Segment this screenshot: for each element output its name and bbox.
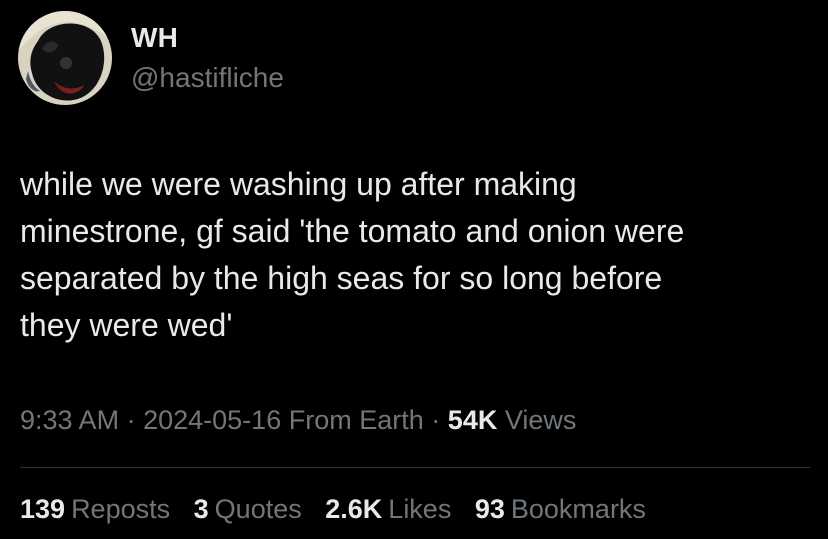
meta-separator: · [126, 405, 136, 435]
tweet-text-line: while we were washing up after making [20, 166, 577, 202]
reposts-stat[interactable]: 139 Reposts [20, 494, 170, 524]
tweet-text-line: separated by the high seas for so long b… [20, 260, 663, 296]
quotes-count: 3 [193, 494, 209, 524]
tweet-text: while we were washing up after making mi… [20, 161, 810, 349]
tweet-card: WH @hastifliche while we were washing up… [0, 0, 828, 539]
meta-separator: · [431, 405, 441, 435]
tweet-text-line: minestrone, gf said 'the tomato and onio… [20, 213, 685, 249]
bookmarks-stat[interactable]: 93 Bookmarks [475, 494, 646, 524]
display-name[interactable]: WH [131, 22, 178, 54]
views-count: 54K [447, 405, 498, 435]
divider [20, 467, 810, 468]
tweet-source: From Earth [288, 405, 424, 435]
engagement-stats: 139 Reposts 3 Quotes 2.6K Likes 93 Bookmarks [20, 494, 662, 525]
avatar-image [18, 11, 112, 105]
reposts-label: Reposts [71, 494, 171, 524]
likes-stat[interactable]: 2.6K Likes [325, 494, 451, 524]
likes-count: 2.6K [325, 494, 383, 524]
tweet-text-line: they were wed' [20, 307, 233, 343]
user-handle[interactable]: @hastifliche [131, 62, 284, 94]
quotes-label: Quotes [214, 494, 302, 524]
likes-label: Likes [388, 494, 452, 524]
views-label: Views [504, 405, 577, 435]
quotes-stat[interactable]: 3 Quotes [194, 494, 302, 524]
tweet-time[interactable]: 9:33 AM [20, 405, 119, 435]
bookmarks-count: 93 [474, 494, 505, 524]
tweet-meta: 9:33 AM · 2024-05-16 From Earth · 54K Vi… [20, 405, 576, 436]
reposts-count: 139 [20, 494, 66, 524]
profile-avatar-icon[interactable] [18, 11, 112, 105]
tweet-date[interactable]: 2024-05-16 [143, 405, 281, 435]
bookmarks-label: Bookmarks [510, 494, 646, 524]
